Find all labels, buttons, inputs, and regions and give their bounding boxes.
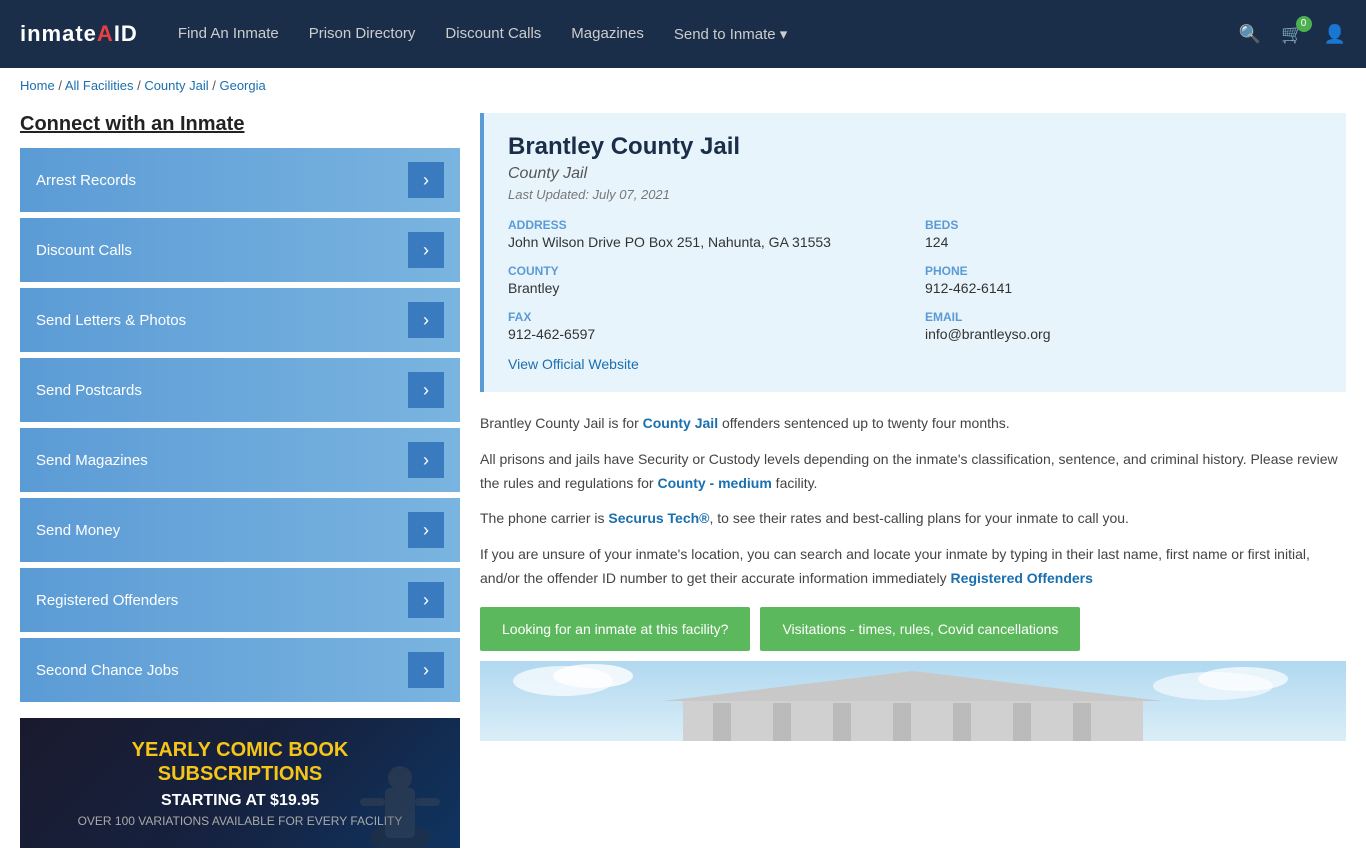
- beds-value: 124: [925, 234, 1322, 250]
- facility-card: Brantley County Jail County Jail Last Up…: [480, 113, 1346, 392]
- email-label: EMAIL: [925, 310, 1322, 324]
- beds-field: BEDS 124: [925, 218, 1322, 250]
- breadcrumb: Home / All Facilities / County Jail / Ge…: [0, 68, 1366, 103]
- sidebar-item-send-letters[interactable]: Send Letters & Photos ›: [20, 288, 460, 352]
- sidebar-item-label: Send Magazines: [36, 452, 148, 469]
- facility-description: Brantley County Jail is for County Jail …: [480, 412, 1346, 591]
- sidebar-item-second-chance[interactable]: Second Chance Jobs ›: [20, 638, 460, 702]
- fax-label: FAX: [508, 310, 905, 324]
- fax-field: FAX 912-462-6597: [508, 310, 905, 342]
- desc-para3: The phone carrier is Securus Tech®, to s…: [480, 507, 1346, 531]
- email-value: info@brantleyso.org: [925, 326, 1322, 342]
- sidebar-item-label: Send Postcards: [36, 382, 142, 399]
- sidebar-item-label: Second Chance Jobs: [36, 662, 179, 679]
- sidebar: Connect with an Inmate Arrest Records › …: [20, 113, 460, 848]
- registered-offenders-link[interactable]: Registered Offenders: [951, 570, 1093, 586]
- phone-field: PHONE 912-462-6141: [925, 264, 1322, 296]
- county-medium-link[interactable]: County - medium: [657, 475, 771, 491]
- desc-p1-text2: offenders sentenced up to twenty four mo…: [718, 415, 1010, 431]
- sidebar-arrow-magazines: ›: [408, 442, 444, 478]
- breadcrumb-home[interactable]: Home: [20, 78, 55, 93]
- address-value: John Wilson Drive PO Box 251, Nahunta, G…: [508, 234, 905, 250]
- ad-hero-icon: [340, 758, 460, 848]
- sidebar-item-label: Arrest Records: [36, 172, 136, 189]
- breadcrumb-state[interactable]: Georgia: [219, 78, 265, 93]
- sidebar-arrow-jobs: ›: [408, 652, 444, 688]
- county-value: Brantley: [508, 280, 905, 296]
- sidebar-item-label: Send Money: [36, 522, 120, 539]
- county-label: COUNTY: [508, 264, 905, 278]
- fax-value: 912-462-6597: [508, 326, 905, 342]
- sidebar-arrow-offenders: ›: [408, 582, 444, 618]
- official-link[interactable]: View Official Website: [508, 356, 1322, 372]
- sidebar-arrow-arrest: ›: [408, 162, 444, 198]
- desc-p1-text1: Brantley County Jail is for: [480, 415, 643, 431]
- desc-p2-text2: facility.: [772, 475, 818, 491]
- phone-label: PHONE: [925, 264, 1322, 278]
- cart-icon[interactable]: 🛒 0: [1281, 24, 1303, 45]
- facility-name: Brantley County Jail: [508, 133, 1322, 161]
- desc-p2-text1: All prisons and jails have Security or C…: [480, 451, 1338, 491]
- nav-prison-directory[interactable]: Prison Directory: [309, 25, 416, 43]
- nav-links: Find An Inmate Prison Directory Discount…: [178, 25, 1239, 43]
- securus-link[interactable]: Securus Tech®: [608, 510, 709, 526]
- desc-para1: Brantley County Jail is for County Jail …: [480, 412, 1346, 436]
- nav-find-inmate[interactable]: Find An Inmate: [178, 25, 279, 43]
- phone-value: 912-462-6141: [925, 280, 1322, 296]
- ad-title-line1: YEARLY COMIC BOOK: [132, 738, 349, 762]
- search-icon[interactable]: 🔍: [1239, 24, 1261, 45]
- logo-text: inmateAID: [20, 21, 138, 46]
- county-field: COUNTY Brantley: [508, 264, 905, 296]
- logo[interactable]: inmateAID: [20, 21, 138, 47]
- sidebar-item-label: Discount Calls: [36, 242, 132, 259]
- sidebar-item-label: Registered Offenders: [36, 592, 178, 609]
- email-field: EMAIL info@brantleyso.org: [925, 310, 1322, 342]
- sidebar-item-send-magazines[interactable]: Send Magazines ›: [20, 428, 460, 492]
- sidebar-item-registered-offenders[interactable]: Registered Offenders ›: [20, 568, 460, 632]
- county-jail-link[interactable]: County Jail: [643, 415, 718, 431]
- desc-p3-text2: , to see their rates and best-calling pl…: [710, 510, 1129, 526]
- looking-for-inmate-button[interactable]: Looking for an inmate at this facility?: [480, 607, 750, 651]
- cart-badge: 0: [1296, 16, 1312, 32]
- nav-magazines[interactable]: Magazines: [571, 25, 644, 43]
- visitations-button[interactable]: Visitations - times, rules, Covid cancel…: [760, 607, 1080, 651]
- facility-type: County Jail: [508, 165, 1322, 183]
- sidebar-title: Connect with an Inmate: [20, 113, 460, 136]
- content: Brantley County Jail County Jail Last Up…: [480, 113, 1346, 848]
- address-field: ADDRESS John Wilson Drive PO Box 251, Na…: [508, 218, 905, 250]
- ad-title-line2: SUBSCRIPTIONS: [158, 762, 322, 786]
- ad-price: STARTING AT $19.95: [161, 792, 319, 810]
- desc-para2: All prisons and jails have Security or C…: [480, 448, 1346, 496]
- desc-p3-text1: The phone carrier is: [480, 510, 608, 526]
- sidebar-item-send-money[interactable]: Send Money ›: [20, 498, 460, 562]
- address-label: ADDRESS: [508, 218, 905, 232]
- sidebar-menu: Arrest Records › Discount Calls › Send L…: [20, 148, 460, 702]
- nav-icons: 🔍 🛒 0 👤: [1239, 24, 1346, 45]
- sidebar-item-arrest-records[interactable]: Arrest Records ›: [20, 148, 460, 212]
- main-container: Connect with an Inmate Arrest Records › …: [0, 103, 1366, 868]
- building-image: [480, 661, 1346, 741]
- view-website-link[interactable]: View Official Website: [508, 356, 639, 372]
- ad-banner[interactable]: YEARLY COMIC BOOK SUBSCRIPTIONS STARTING…: [20, 718, 460, 848]
- user-icon[interactable]: 👤: [1324, 24, 1346, 45]
- sidebar-arrow-letters: ›: [408, 302, 444, 338]
- desc-p4-text1: If you are unsure of your inmate's locat…: [480, 546, 1310, 586]
- sidebar-arrow-money: ›: [408, 512, 444, 548]
- sidebar-item-send-postcards[interactable]: Send Postcards ›: [20, 358, 460, 422]
- nav-send-to-inmate[interactable]: Send to Inmate ▾: [674, 25, 787, 43]
- facility-image: [480, 661, 1346, 741]
- breadcrumb-all-facilities[interactable]: All Facilities: [65, 78, 134, 93]
- sidebar-item-label: Send Letters & Photos: [36, 312, 186, 329]
- beds-label: BEDS: [925, 218, 1322, 232]
- facility-info-grid: ADDRESS John Wilson Drive PO Box 251, Na…: [508, 218, 1322, 342]
- navigation: inmateAID Find An Inmate Prison Director…: [0, 0, 1366, 68]
- sidebar-item-discount-calls[interactable]: Discount Calls ›: [20, 218, 460, 282]
- sidebar-arrow-postcards: ›: [408, 372, 444, 408]
- sidebar-arrow-discount: ›: [408, 232, 444, 268]
- action-buttons: Looking for an inmate at this facility? …: [480, 607, 1346, 651]
- desc-para4: If you are unsure of your inmate's locat…: [480, 543, 1346, 591]
- nav-discount-calls[interactable]: Discount Calls: [445, 25, 541, 43]
- facility-updated: Last Updated: July 07, 2021: [508, 187, 1322, 202]
- breadcrumb-county-jail[interactable]: County Jail: [144, 78, 208, 93]
